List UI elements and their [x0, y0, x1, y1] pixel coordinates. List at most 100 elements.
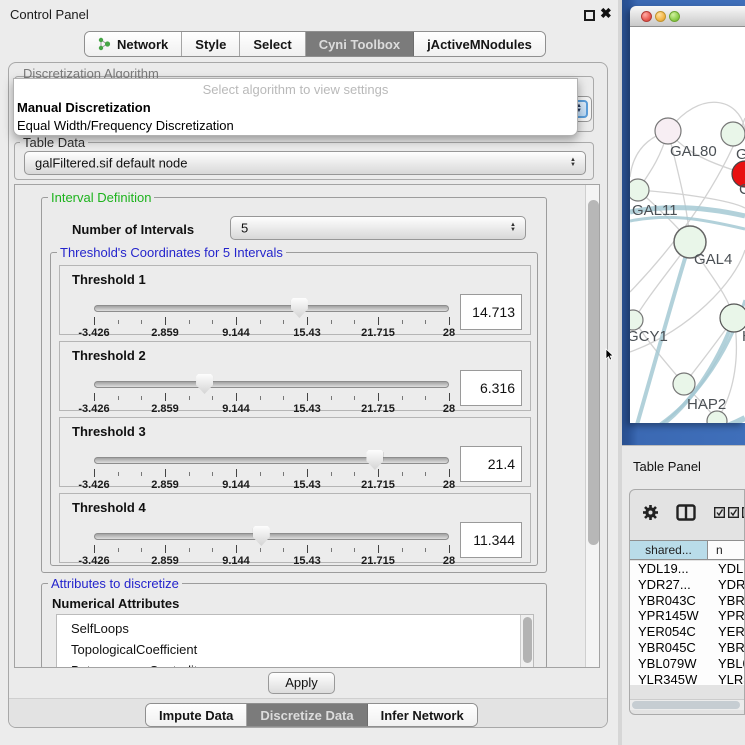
table-row[interactable]: YDL19...YDL1: [630, 561, 745, 577]
table-toolbar: [630, 490, 744, 538]
attributes-group-label: Attributes to discretize: [48, 576, 182, 591]
node-gcy1[interactable]: [630, 310, 643, 330]
float-window-icon[interactable]: [584, 10, 595, 21]
table-row[interactable]: YBR045CYBR0: [630, 640, 745, 656]
slider-rail[interactable]: [94, 533, 449, 540]
dropdown-hint-item: Select algorithm to view settings: [14, 79, 577, 99]
slider-rail[interactable]: [94, 305, 449, 312]
table-row[interactable]: YDR27...YDR2: [630, 577, 745, 593]
tab-infer-network[interactable]: Infer Network: [368, 704, 477, 726]
node-label-gal80: GAL80: [670, 143, 717, 160]
combobox-stepper-icon[interactable]: ▲▼: [507, 223, 519, 233]
table-panel-box: shared... n YDL19...YDL1 YDR27...YDR2 YB…: [629, 489, 745, 715]
dropdown-option-manual[interactable]: Manual Discretization: [14, 99, 577, 117]
tab-select[interactable]: Select: [240, 32, 305, 56]
node-label-gal11: GAL11: [632, 202, 678, 219]
node-label-gcy1: GCY1: [630, 328, 668, 345]
slider-ticks: [94, 469, 449, 477]
node-gal11[interactable]: [630, 179, 649, 201]
slider-ticks: [94, 393, 449, 401]
close-traffic-light[interactable]: [641, 11, 652, 22]
table-rows: YDL19...YDL1 YDR27...YDR2 YBR043CYBR0 YP…: [630, 561, 745, 685]
node-label-hap2: HAP2: [687, 396, 726, 413]
apply-button[interactable]: Apply: [268, 672, 335, 694]
table-header-row: shared... n: [630, 540, 745, 560]
checkbox-icons[interactable]: [714, 507, 745, 518]
slider-rail[interactable]: [94, 381, 449, 388]
table-row[interactable]: YER054CYER0: [630, 624, 745, 640]
network-canvas[interactable]: GAL80 GA C GAL11 GAL4 GCY1 H HAP2: [630, 27, 745, 423]
node-gal80[interactable]: [655, 118, 681, 144]
list-scrollbar-thumb[interactable]: [523, 617, 532, 663]
network-icon: [98, 37, 111, 51]
table-row[interactable]: YPR145WYPR1: [630, 608, 745, 624]
slider-thumb[interactable]: [253, 526, 270, 546]
slider-ticks: [94, 545, 449, 553]
tab-impute-data[interactable]: Impute Data: [146, 704, 247, 726]
split-columns-icon[interactable]: [676, 504, 696, 521]
top-tabbar: Network Style Select Cyni Toolbox jActiv…: [84, 31, 546, 57]
thresholds-group-label: Threshold's Coordinates for 5 Intervals: [57, 245, 286, 260]
tab-style[interactable]: Style: [182, 32, 240, 56]
interval-definition-group: Interval Definition Number of Intervals …: [41, 197, 547, 573]
node-label-c: C: [739, 181, 745, 198]
bottom-tabbar: Impute Data Discretize Data Infer Networ…: [145, 703, 478, 727]
combobox-stepper-icon[interactable]: ▲▼: [567, 158, 579, 168]
threshold-1-slider[interactable]: -3.4262.8599.14415.4321.71528: [94, 296, 449, 336]
slider-thumb[interactable]: [196, 374, 213, 394]
table-data-combobox[interactable]: galFiltered.sif default node ▲▼: [24, 151, 586, 175]
threshold-2-slider[interactable]: -3.4262.8599.14415.4321.71528: [94, 372, 449, 412]
zoom-traffic-light[interactable]: [669, 11, 680, 22]
numerical-attributes-label: Numerical Attributes: [52, 596, 179, 611]
node-hap2[interactable]: [673, 373, 695, 395]
minimize-traffic-light[interactable]: [655, 11, 666, 22]
tab-jactivemnodules[interactable]: jActiveMNodules: [414, 32, 545, 56]
threshold-3-slider[interactable]: -3.4262.8599.14415.4321.71528: [94, 448, 449, 488]
threshold-3-value-field[interactable]: 21.4: [460, 446, 522, 482]
number-of-intervals-combobox[interactable]: 5 ▲▼: [230, 216, 526, 240]
interval-definition-label: Interval Definition: [48, 190, 154, 205]
mouse-cursor: [605, 348, 614, 361]
threshold-3-block: Threshold 3 -3.4262.8599.14415.4321.7152…: [59, 417, 531, 487]
threshold-4-block: Threshold 4 -3.4262.8599.14415.4321.7152…: [59, 493, 531, 563]
panel-title: Control Panel: [10, 7, 89, 22]
list-item[interactable]: TopologicalCoefficient: [57, 639, 533, 660]
slider-tick-labels: -3.4262.8599.14415.4321.71528: [94, 403, 449, 415]
table-data-group-label: Table Data: [20, 135, 88, 150]
numerical-attributes-list: SelfLoops TopologicalCoefficient Between…: [56, 614, 534, 668]
list-item[interactable]: SelfLoops: [57, 615, 533, 639]
node-partial-top-right[interactable]: [721, 122, 745, 146]
close-icon[interactable]: ✖: [600, 5, 612, 22]
slider-ticks: [94, 317, 449, 325]
threshold-4-value-field[interactable]: 11.344: [460, 522, 522, 558]
table-row[interactable]: YBL079WYBL0: [630, 656, 745, 672]
list-item[interactable]: BetweennessCentrality: [57, 660, 533, 668]
threshold-2-value-field[interactable]: 6.316: [460, 370, 522, 406]
tab-discretize-data[interactable]: Discretize Data: [247, 704, 367, 726]
network-window-titlebar[interactable]: [630, 6, 745, 27]
dropdown-option-equal-width[interactable]: Equal Width/Frequency Discretization: [14, 117, 577, 135]
column-header-name[interactable]: n: [708, 541, 745, 559]
threshold-1-value-field[interactable]: 14.713: [460, 294, 522, 330]
tab-network[interactable]: Network: [85, 32, 182, 56]
table-row[interactable]: YLR345WYLR3: [630, 672, 745, 685]
slider-thumb[interactable]: [291, 298, 308, 318]
table-hscrollbar-thumb[interactable]: [632, 701, 740, 709]
slider-rail[interactable]: [94, 457, 449, 464]
number-of-intervals-label: Number of Intervals: [72, 222, 194, 237]
list-scrollbar[interactable]: [520, 615, 533, 668]
settings-scrollbar-thumb[interactable]: [588, 200, 599, 545]
settings-scrollbar[interactable]: [585, 185, 600, 668]
table-horizontal-scrollbar[interactable]: [630, 699, 745, 710]
threshold-4-slider[interactable]: -3.4262.8599.14415.4321.71528: [94, 524, 449, 564]
table-row[interactable]: YBR043CYBR0: [630, 593, 745, 609]
network-window: GAL80 GA C GAL11 GAL4 GCY1 H HAP2: [630, 6, 745, 423]
column-header-shared-name[interactable]: shared...: [630, 541, 708, 559]
slider-tick-labels: -3.4262.8599.14415.4321.71528: [94, 479, 449, 491]
table-panel-title: Table Panel: [633, 459, 701, 474]
attributes-group: Attributes to discretize Numerical Attri…: [41, 583, 547, 668]
gear-icon[interactable]: [642, 504, 659, 521]
slider-thumb[interactable]: [366, 450, 383, 470]
tab-cyni-toolbox[interactable]: Cyni Toolbox: [306, 32, 414, 56]
algorithm-dropdown-popup: Select algorithm to view settings Manual…: [13, 78, 578, 136]
